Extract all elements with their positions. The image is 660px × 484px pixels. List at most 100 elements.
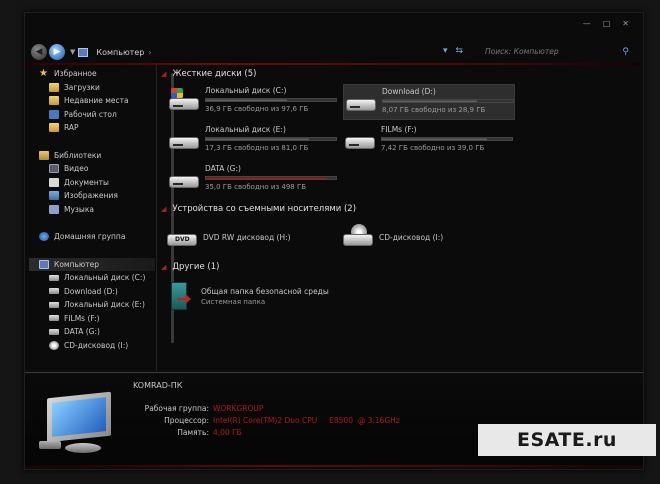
- navigation-pane: ★ Избранное Загрузки Недавние места Рабо…: [29, 67, 155, 373]
- sidebar-item-recent-places[interactable]: Недавние места: [29, 94, 155, 108]
- star-icon: ★: [39, 67, 48, 79]
- window-controls: — □ ✕: [583, 19, 629, 28]
- removable-grid: DVD DVD RW дисковод (H:) CD-дисковод (I:…: [167, 220, 641, 254]
- drive-name: Локальный диск (E:): [205, 125, 286, 134]
- recent-places-icon: [49, 96, 59, 106]
- collapse-chevron-icon[interactable]: ◢: [161, 263, 166, 271]
- drive-icon: [169, 125, 201, 155]
- hard-drives-grid: Локальный диск (C:) 36,9 ГБ свободно из …: [167, 84, 641, 198]
- sidebar-item-libraries[interactable]: Библиотеки: [29, 149, 155, 163]
- drive-usage-fill: [206, 138, 309, 140]
- cpu-label: Процессор:: [164, 416, 209, 425]
- bottom-divider: [25, 465, 643, 467]
- sidebar-item-label: Загрузки: [64, 82, 100, 92]
- breadcrumb-chevron-icon[interactable]: ›: [148, 48, 151, 57]
- sidebar-item-music[interactable]: Музыка: [29, 203, 155, 217]
- computer-icon: [39, 259, 49, 269]
- sidebar-item-desktop[interactable]: Рабочий стол: [29, 108, 155, 122]
- sidebar-item-drive-d[interactable]: Download (D:): [29, 285, 155, 299]
- search-icon[interactable]: ⚲: [622, 45, 629, 59]
- drive-name: FILMs (F:): [381, 125, 417, 134]
- sidebar-item-drive-e[interactable]: Локальный диск (E:): [29, 298, 155, 312]
- sidebar-item-label: Документы: [64, 177, 109, 187]
- system-drive-icon: [169, 86, 201, 116]
- search-placeholder: Поиск: Компьютер: [485, 47, 559, 56]
- cd-drive-i[interactable]: CD-дисковод (I:): [343, 220, 515, 254]
- sidebar-item-drive-i[interactable]: CD-дисковод (I:): [29, 339, 155, 353]
- other-header[interactable]: ◢ Другие (1): [161, 260, 641, 274]
- drive-icon: [169, 164, 201, 194]
- collapse-chevron-icon[interactable]: ◢: [161, 70, 166, 78]
- history-dropdown-icon[interactable]: ▼: [70, 48, 75, 56]
- breadcrumb[interactable]: Компьютер ›: [96, 48, 151, 57]
- sidebar-item-label: Библиотеки: [54, 150, 102, 160]
- sidebar-item-documents[interactable]: Документы: [29, 176, 155, 190]
- address-bar-row: ◀ ▶ ▼ Компьютер › ▾ ⇆ Поиск: Компьютер ⚲: [31, 43, 639, 61]
- drive-free-space: 8,07 ГБ свободно из 28,9 ГБ: [382, 106, 486, 114]
- drive-usage-bar: [205, 176, 337, 180]
- computer-icon: [78, 47, 89, 57]
- drive-d[interactable]: Download (D:) 8,07 ГБ свободно из 28,9 Г…: [343, 84, 515, 120]
- drive-f[interactable]: FILMs (F:) 7,42 ГБ свободно из 39,0 ГБ: [343, 123, 515, 159]
- workgroup-row: Рабочая группа: WORKGROUP: [113, 404, 413, 413]
- sidebar-item-pictures[interactable]: Изображения: [29, 189, 155, 203]
- group-title: Другие (1): [172, 262, 220, 272]
- sidebar-item-drive-f[interactable]: FILMs (F:): [29, 312, 155, 326]
- forward-button[interactable]: ▶: [49, 44, 65, 60]
- group-title: Устройства со съемными носителями (2): [172, 204, 357, 214]
- search-input[interactable]: Поиск: Компьютер ⚲: [481, 45, 631, 59]
- secure-folder-item[interactable]: Общая папка безопасной среды Системная п…: [167, 280, 641, 312]
- explorer-window: — □ ✕ ◀ ▶ ▼ Компьютер › ▾ ⇆ Поиск: Компью…: [24, 12, 644, 470]
- sidebar-item-label: CD-дисковод (I:): [64, 340, 129, 350]
- cpu-row: Процессор: Intel(R) Core(TM)2 Duo CPU E8…: [113, 416, 413, 425]
- back-button[interactable]: ◀: [31, 44, 47, 60]
- dvd-drive-h[interactable]: DVD DVD RW дисковод (H:): [167, 220, 339, 254]
- drive-icon: [49, 288, 59, 295]
- drive-e[interactable]: Локальный диск (E:) 17,3 ГБ свободно из …: [167, 123, 339, 159]
- drive-usage-bar: [382, 99, 514, 103]
- breadcrumb-computer[interactable]: Компьютер: [96, 48, 144, 57]
- drive-icon: [346, 87, 378, 117]
- documents-library-icon: [49, 177, 59, 187]
- drive-icon: [49, 315, 59, 322]
- hard-drives-header[interactable]: ◢ Жесткие диски (5): [161, 67, 641, 81]
- sidebar-item-label: Локальный диск (C:): [64, 273, 146, 283]
- drive-g[interactable]: DATA (G:) 35,0 ГБ свободно из 498 ГБ: [167, 162, 339, 198]
- drive-usage-fill: [206, 177, 327, 179]
- libraries-group: Библиотеки Видео Документы Изображения М…: [29, 149, 155, 217]
- address-tools: ▾ ⇆: [443, 46, 463, 56]
- sidebar-item-label: RAP: [64, 123, 79, 133]
- sidebar-item-rap[interactable]: RAP: [29, 121, 155, 135]
- maximize-button[interactable]: □: [603, 19, 611, 28]
- minimize-button[interactable]: —: [583, 19, 591, 28]
- sidebar-item-label: Изображения: [64, 191, 118, 201]
- workgroup-value: WORKGROUP: [213, 404, 264, 413]
- drive-usage-bar: [205, 137, 337, 141]
- memory-label: Память:: [177, 428, 209, 437]
- close-button[interactable]: ✕: [622, 19, 629, 28]
- pane-divider[interactable]: [156, 65, 157, 371]
- drive-name: Download (D:): [382, 87, 436, 96]
- group-title: Жесткие диски (5): [172, 69, 257, 79]
- drive-name: Локальный диск (C:): [205, 86, 287, 95]
- homegroup-group: Домашняя группа: [29, 230, 155, 244]
- drive-icon: [49, 274, 59, 281]
- favorites-group: ★ Избранное Загрузки Недавние места Рабо…: [29, 67, 155, 135]
- collapse-chevron-icon[interactable]: ◢: [161, 205, 166, 213]
- desktop-icon: [49, 109, 59, 119]
- sidebar-item-downloads[interactable]: Загрузки: [29, 81, 155, 95]
- sidebar-item-label: Недавние места: [64, 96, 129, 106]
- sidebar-item-drive-g[interactable]: DATA (G:): [29, 325, 155, 339]
- sidebar-item-drive-c[interactable]: Локальный диск (C:): [29, 271, 155, 285]
- removable-devices-header[interactable]: ◢ Устройства со съемными носителями (2): [161, 202, 641, 216]
- sidebar-item-video[interactable]: Видео: [29, 162, 155, 176]
- drive-c[interactable]: Локальный диск (C:) 36,9 ГБ свободно из …: [167, 84, 339, 120]
- memory-value: 4,00 ГБ: [213, 428, 242, 437]
- sidebar-item-homegroup[interactable]: Домашняя группа: [29, 230, 155, 244]
- refresh-icon[interactable]: ⇆: [456, 46, 464, 56]
- address-dropdown-icon[interactable]: ▾: [443, 46, 448, 56]
- sidebar-item-computer[interactable]: Компьютер: [29, 257, 155, 271]
- sidebar-item-label: Рабочий стол: [64, 109, 117, 119]
- pictures-library-icon: [49, 191, 59, 201]
- sidebar-item-favorites[interactable]: ★ Избранное: [29, 67, 155, 81]
